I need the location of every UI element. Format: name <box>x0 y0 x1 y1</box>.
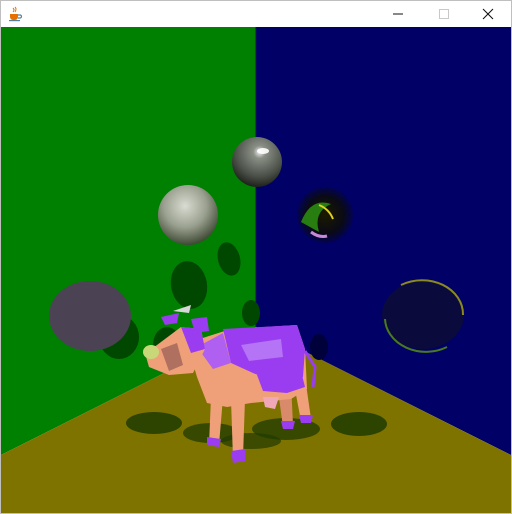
java-cup-icon[interactable] <box>7 6 23 22</box>
title-bar[interactable] <box>1 1 511 27</box>
floor-shadow <box>126 412 182 434</box>
wall-shadow <box>242 300 260 326</box>
close-icon <box>482 8 494 20</box>
app-window <box>0 0 512 514</box>
floor-shadow <box>331 412 387 436</box>
maximize-icon <box>439 9 449 19</box>
maximize-button[interactable] <box>421 1 467 27</box>
close-button[interactable] <box>465 1 511 27</box>
dark-sphere-disc <box>49 281 131 351</box>
gray-sphere <box>158 185 218 245</box>
floor-shadow <box>221 433 281 449</box>
minimize-icon <box>393 13 403 15</box>
wall-shadow <box>310 334 328 360</box>
metal-sphere <box>232 137 282 187</box>
minimize-button[interactable] <box>375 1 421 27</box>
render-canvas[interactable] <box>1 27 511 513</box>
